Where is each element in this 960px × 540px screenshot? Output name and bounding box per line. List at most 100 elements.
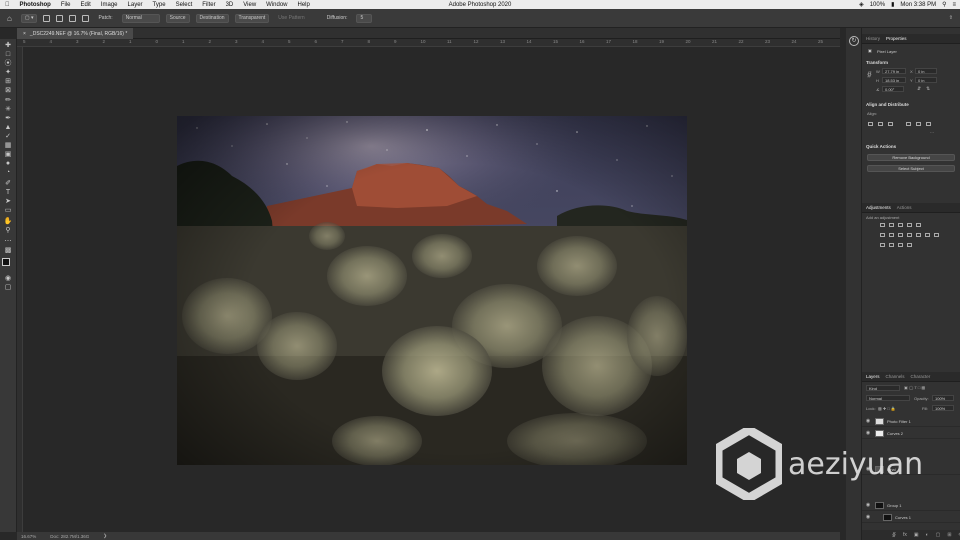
- dodge-tool-icon[interactable]: ◔: [3, 169, 13, 176]
- blur-tool-icon[interactable]: ●: [3, 160, 13, 167]
- tab-history[interactable]: History: [866, 36, 880, 41]
- layer-row[interactable]: ◉ Group 1: [862, 500, 960, 511]
- selective-color-icon[interactable]: [907, 243, 912, 247]
- document-tab[interactable]: × _DSC2249.NEF @ 16.7% (Final, RGB/16) *: [17, 28, 134, 39]
- document-image[interactable]: [177, 116, 687, 465]
- more-tools-icon[interactable]: ⋯: [3, 238, 13, 245]
- menu-file[interactable]: File: [56, 2, 76, 8]
- history-brush-tool-icon[interactable]: ✓: [3, 133, 13, 140]
- transparent-toggle[interactable]: Transparent: [234, 13, 270, 23]
- menu-3d[interactable]: 3D: [221, 2, 239, 8]
- patch-mode-select[interactable]: Normal: [121, 13, 160, 23]
- hue-saturation-icon[interactable]: [880, 233, 885, 237]
- selection-subtract-icon[interactable]: [69, 14, 77, 22]
- clock[interactable]: Mon 3:38 PM: [900, 2, 936, 8]
- visibility-eye-icon[interactable]: ◉: [865, 502, 871, 508]
- brightness-contrast-icon[interactable]: [880, 223, 885, 227]
- foreground-color-swatch[interactable]: [2, 258, 10, 266]
- quick-mask-icon[interactable]: ◉: [3, 275, 13, 282]
- tab-channels[interactable]: Channels: [886, 374, 905, 379]
- invert-icon[interactable]: [934, 233, 939, 237]
- align-middle-v-icon[interactable]: [916, 122, 921, 126]
- align-right-icon[interactable]: [888, 122, 893, 126]
- align-bottom-icon[interactable]: [926, 122, 931, 126]
- zoom-tool-icon[interactable]: ⚲: [3, 227, 13, 234]
- control-center-icon[interactable]: ≡: [952, 2, 956, 8]
- battery-icon[interactable]: ▮: [891, 1, 894, 8]
- menu-select[interactable]: Select: [171, 2, 198, 8]
- wifi-icon[interactable]: ◈: [859, 1, 864, 8]
- flip-vertical-icon[interactable]: ⇅: [926, 86, 930, 92]
- blend-mode-select[interactable]: Normal: [866, 395, 910, 401]
- eyedropper-tool-icon[interactable]: ✏: [3, 97, 13, 104]
- patch-tool-icon[interactable]: ✳: [3, 106, 13, 113]
- height-field[interactable]: 18.53 in: [882, 77, 906, 83]
- menu-app-name[interactable]: Photoshop: [15, 2, 56, 8]
- add-mask-icon[interactable]: ▣: [914, 532, 919, 538]
- new-adjustment-icon[interactable]: ◐: [926, 532, 929, 538]
- move-tool-icon[interactable]: ✚: [3, 42, 13, 49]
- align-left-icon[interactable]: [868, 122, 873, 126]
- black-white-icon[interactable]: [898, 233, 903, 237]
- align-center-h-icon[interactable]: [878, 122, 883, 126]
- tab-actions[interactable]: Actions: [897, 205, 912, 210]
- use-pattern-button[interactable]: Use Pattern: [275, 14, 307, 23]
- link-dimensions-icon[interactable]: ∯: [867, 71, 872, 78]
- vibrance-icon[interactable]: [916, 223, 921, 227]
- select-subject-button[interactable]: Select Subject: [867, 165, 955, 172]
- rectangle-tool-icon[interactable]: ▭: [3, 207, 13, 214]
- hand-tool-icon[interactable]: ✋: [3, 218, 13, 225]
- layer-filter-icons[interactable]: ▣ ◯ T □ ▩: [904, 385, 925, 390]
- gradient-map-icon[interactable]: [898, 243, 903, 247]
- share-icon[interactable]: ⇧: [946, 14, 956, 23]
- visibility-eye-icon[interactable]: ◉: [865, 514, 871, 520]
- exposure-icon[interactable]: [907, 223, 912, 227]
- menu-image[interactable]: Image: [96, 2, 123, 8]
- home-icon[interactable]: ⌂: [4, 14, 15, 23]
- menu-view[interactable]: View: [238, 2, 261, 8]
- menu-edit[interactable]: Edit: [76, 2, 96, 8]
- tab-adjustments[interactable]: Adjustments: [866, 205, 891, 210]
- photo-filter-icon[interactable]: [907, 233, 912, 237]
- visibility-eye-icon[interactable]: ◉: [865, 418, 871, 424]
- color-lookup-icon[interactable]: [925, 233, 930, 237]
- gradient-tool-icon[interactable]: ▣: [3, 151, 13, 158]
- menu-filter[interactable]: Filter: [197, 2, 220, 8]
- selection-new-icon[interactable]: [43, 14, 51, 22]
- y-field[interactable]: 0 in: [915, 77, 937, 83]
- lasso-tool-icon[interactable]: ⦿: [3, 60, 13, 67]
- tab-properties[interactable]: Properties: [886, 36, 907, 41]
- more-align-icon[interactable]: ⋯: [930, 130, 934, 135]
- layer-kind-filter[interactable]: Kind: [866, 385, 900, 391]
- menu-type[interactable]: Type: [148, 2, 171, 8]
- remove-background-button[interactable]: Remove Background: [867, 154, 955, 161]
- menu-window[interactable]: Window: [261, 2, 292, 8]
- width-field[interactable]: 27.79 in: [882, 68, 906, 74]
- channel-mixer-icon[interactable]: [916, 233, 921, 237]
- path-select-tool-icon[interactable]: ➤: [3, 198, 13, 205]
- fill-field[interactable]: 100%: [932, 405, 954, 411]
- brush-tool-icon[interactable]: ✒: [3, 115, 13, 122]
- selection-add-icon[interactable]: [56, 14, 64, 22]
- quick-select-tool-icon[interactable]: ✦: [3, 69, 13, 76]
- opacity-field[interactable]: 100%: [932, 395, 954, 401]
- flip-horizontal-icon[interactable]: ⇵: [917, 86, 921, 92]
- menu-help[interactable]: Help: [293, 2, 315, 8]
- lock-icons[interactable]: ▩ ✚ □ 🔒: [878, 406, 896, 411]
- new-layer-icon[interactable]: ⊞: [947, 532, 951, 538]
- status-arrow-icon[interactable]: ❯: [103, 533, 107, 539]
- source-button[interactable]: Source: [165, 13, 190, 23]
- type-tool-icon[interactable]: T: [3, 189, 13, 196]
- default-colors-icon[interactable]: ▩: [3, 247, 13, 254]
- new-group-icon[interactable]: ▢: [936, 532, 941, 538]
- close-tab-icon[interactable]: ×: [23, 31, 26, 37]
- levels-icon[interactable]: [889, 223, 894, 227]
- history-panel-icon[interactable]: ↻: [849, 36, 859, 46]
- zoom-level[interactable]: 16.67%: [21, 534, 36, 539]
- tool-preset-picker[interactable]: ▢ ▾: [20, 13, 38, 23]
- tab-character[interactable]: Character: [911, 374, 931, 379]
- clone-stamp-tool-icon[interactable]: ▲: [3, 124, 13, 131]
- threshold-icon[interactable]: [889, 243, 894, 247]
- link-layers-icon[interactable]: ∯: [892, 532, 896, 538]
- layer-row[interactable]: ◉ Photo Filter 1: [862, 416, 960, 427]
